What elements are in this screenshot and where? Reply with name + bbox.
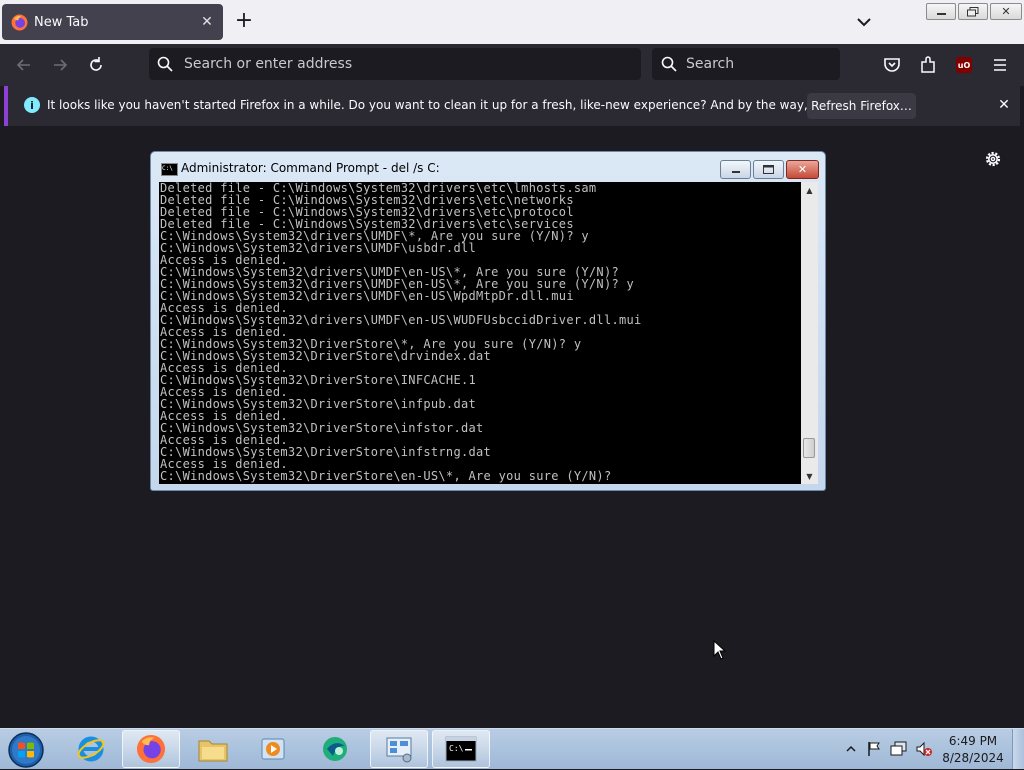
url-bar-placeholder: Search or enter address xyxy=(184,56,353,72)
extensions-icon[interactable] xyxy=(918,55,938,75)
ublock-badge: uO xyxy=(956,57,972,73)
cmd-icon: C:\ xyxy=(161,163,178,176)
restore-icon xyxy=(967,6,979,16)
scroll-down-icon[interactable]: ▼ xyxy=(801,468,818,484)
taskbar: C:\ 6:49 PM 8/28/2024 xyxy=(0,728,1024,769)
notification-bar: i It looks like you haven't started Fire… xyxy=(4,86,1020,126)
nav-toolbar: Search or enter address Search uO xyxy=(0,44,1024,86)
cmd-minimize-button[interactable] xyxy=(720,160,751,179)
search-icon xyxy=(157,56,173,72)
search-icon xyxy=(661,56,677,72)
network-icon[interactable] xyxy=(890,741,908,757)
refresh-firefox-button[interactable]: Refresh Firefox… xyxy=(807,93,916,119)
chevron-down-icon[interactable] xyxy=(854,12,874,32)
close-icon: ✕ xyxy=(797,163,808,176)
tab-new-tab[interactable]: New Tab ✕ xyxy=(2,4,223,40)
console-line: C:\Windows\System32\DriverStore\en-US\*,… xyxy=(160,469,612,483)
console-output[interactable]: Deleted file - C:\Windows\System32\drive… xyxy=(159,182,801,484)
system-clock[interactable]: 6:49 PM 8/28/2024 xyxy=(938,733,1008,767)
url-bar[interactable]: Search or enter address xyxy=(149,48,641,80)
notification-message: It looks like you haven't started Firefo… xyxy=(47,98,903,112)
cmd-icon: C:\ xyxy=(445,736,477,762)
tab-close-icon[interactable]: ✕ xyxy=(197,12,217,32)
taskbar-app-green[interactable] xyxy=(306,730,364,768)
restore-button[interactable] xyxy=(958,3,988,20)
taskbar-control-panel[interactable] xyxy=(370,730,428,768)
firefox-icon xyxy=(11,14,28,30)
internet-explorer-icon xyxy=(77,736,105,762)
tab-title: New Tab xyxy=(34,14,89,30)
action-center-flag-icon[interactable] xyxy=(866,741,882,757)
notification-close-icon[interactable]: ✕ xyxy=(994,95,1014,115)
gear-icon[interactable] xyxy=(983,149,1003,169)
close-icon: ✕ xyxy=(1001,5,1011,18)
taskbar-command-prompt[interactable]: C:\ xyxy=(432,730,490,768)
new-tab-button[interactable]: + xyxy=(233,10,255,32)
maximize-icon xyxy=(763,165,774,174)
hamburger-menu-icon[interactable] xyxy=(990,55,1010,75)
clock-date: 8/28/2024 xyxy=(942,751,1004,765)
folder-icon xyxy=(198,740,228,762)
control-panel-icon xyxy=(386,737,412,763)
mouse-cursor-icon xyxy=(713,640,727,660)
cmd-close-button[interactable]: ✕ xyxy=(786,160,819,179)
firefox-icon xyxy=(136,734,166,764)
cmd-maximize-button[interactable] xyxy=(753,160,784,179)
cmd-window-title: Administrator: Command Prompt - del /s C… xyxy=(181,161,440,175)
clock-time: 6:49 PM xyxy=(948,734,998,748)
command-prompt-window[interactable]: C:\ Administrator: Command Prompt - del … xyxy=(150,151,826,491)
forward-arrow-icon[interactable] xyxy=(50,55,70,75)
console-scrollbar[interactable]: ▲ ▼ xyxy=(801,182,818,484)
taskbar-media-player[interactable] xyxy=(244,730,302,768)
media-player-icon xyxy=(261,738,285,760)
green-app-icon xyxy=(323,737,347,761)
ublock-origin-icon[interactable]: uO xyxy=(954,55,974,75)
tab-strip: New Tab ✕ + ✕ xyxy=(0,0,1024,44)
start-button[interactable] xyxy=(6,730,46,770)
scroll-thumb[interactable] xyxy=(803,438,815,458)
show-desktop-button[interactable] xyxy=(1012,729,1024,769)
back-arrow-icon[interactable] xyxy=(14,55,34,75)
info-icon: i xyxy=(24,97,40,113)
taskbar-internet-explorer[interactable] xyxy=(62,730,120,768)
volume-muted-icon[interactable] xyxy=(915,741,933,757)
close-window-button[interactable]: ✕ xyxy=(990,3,1022,20)
show-hidden-icons-icon[interactable] xyxy=(845,741,857,757)
scroll-up-icon[interactable]: ▲ xyxy=(801,182,818,198)
taskbar-file-explorer[interactable] xyxy=(184,730,242,768)
svg-text:C:\: C:\ xyxy=(449,744,464,753)
taskbar-firefox[interactable] xyxy=(122,730,180,768)
search-bar[interactable]: Search xyxy=(652,48,840,80)
minimize-button[interactable] xyxy=(926,3,956,20)
reload-icon[interactable] xyxy=(86,55,106,75)
search-bar-placeholder: Search xyxy=(686,56,735,72)
pocket-icon[interactable] xyxy=(882,55,902,75)
